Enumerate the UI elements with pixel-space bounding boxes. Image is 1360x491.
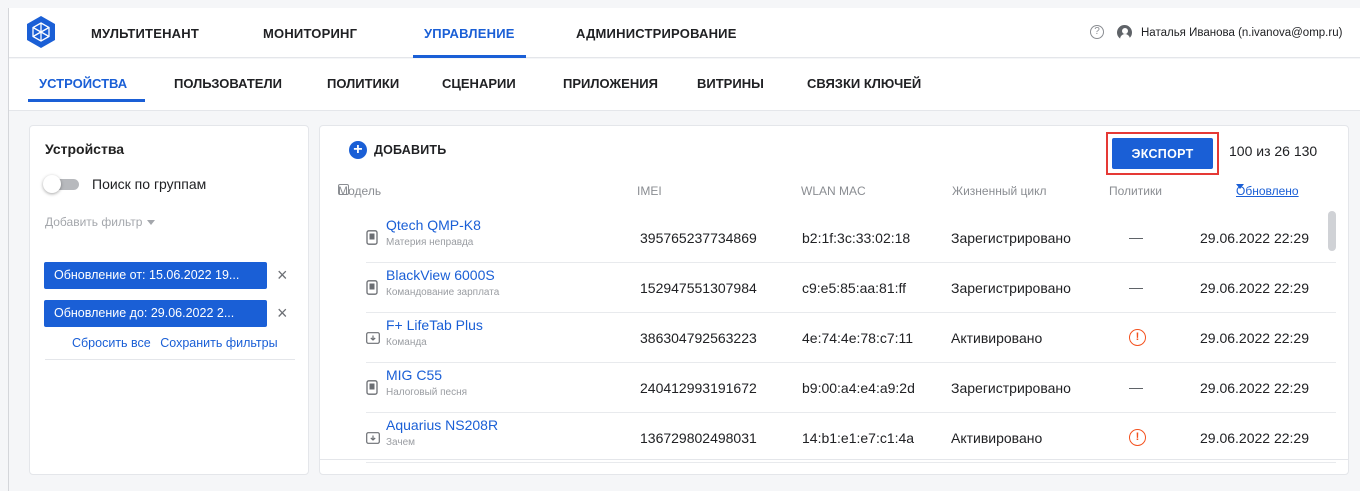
table-header: Модель IMEI WLAN MAC Жизненный цикл Поли… [338,184,1299,198]
table-row[interactable]: Qtech QMP-K8 Материя неправда 395765237734… [366,213,1336,263]
reset-all-link[interactable]: Сбросить все [72,336,151,350]
column-header-wlan[interactable]: WLAN MAC [801,184,866,198]
sub-nav: УСТРОЙСТВА ПОЛЬЗОВАТЕЛИ ПОЛИТИКИ СЦЕНАРИ… [9,59,1360,111]
phone-icon [366,280,378,295]
nav-multitenant[interactable]: МУЛЬТИТЕНАНТ [91,26,199,41]
device-updated: 29.06.2022 22:29 [1200,430,1309,446]
group-search-toggle[interactable] [43,175,79,193]
device-lifecycle: Активировано [951,430,1043,446]
device-imei: 386304792563223 [640,330,757,346]
active-nav-indicator [413,55,526,58]
table-row[interactable]: Aquarius NS208R Зачем 136729802498031 14:b1… [366,413,1336,463]
device-owner: Команда [386,337,427,348]
tab-users[interactable]: ПОЛЬЗОВАТЕЛИ [174,76,282,91]
phone-icon [366,380,378,395]
device-imei: 152947551307984 [640,280,757,296]
device-wlan-mac: b9:00:a4:e4:a9:2d [802,380,915,396]
device-model-link[interactable]: BlackView 6000S [386,267,495,283]
device-lifecycle: Зарегистрировано [951,230,1071,246]
device-owner: Командование зарплата [386,287,500,298]
column-header-imei[interactable]: IMEI [637,184,662,198]
device-lifecycle: Активировано [951,330,1043,346]
active-tab-indicator [28,99,145,102]
top-bar: МУЛЬТИТЕНАНТ МОНИТОРИНГ УПРАВЛЕНИЕ АДМИН… [9,8,1360,58]
device-wlan-mac: 14:b1:e1:e7:c1:4a [802,430,915,446]
app-window: МУЛЬТИТЕНАНТ МОНИТОРИНГ УПРАВЛЕНИЕ АДМИН… [8,8,1360,491]
tablet-icon [366,332,380,344]
save-filters-link[interactable]: Сохранить фильтры [160,336,277,350]
nav-administration[interactable]: АДМИНИСТРИРОВАНИЕ [576,26,737,41]
close-icon[interactable]: × [277,266,288,284]
divider [45,359,295,360]
device-updated: 29.06.2022 22:29 [1200,380,1309,396]
device-wlan-mac: 4e:74:4e:78:c7:11 [802,330,914,346]
table-row[interactable]: BlackView 6000S Командование зарплата 1529… [366,263,1336,313]
tab-showcases[interactable]: ВИТРИНЫ [697,76,764,91]
app-logo-icon[interactable] [26,15,56,49]
tab-policies[interactable]: ПОЛИТИКИ [327,76,399,91]
policy-none-dash [1129,238,1143,239]
column-header-policies[interactable]: Политики [1109,184,1162,198]
device-lifecycle: Зарегистрировано [951,280,1071,296]
column-header-lifecycle[interactable]: Жизненный цикл [952,184,1046,198]
device-model-link[interactable]: F+ LifeTab Plus [386,317,483,333]
user-name: Наталья Иванова (n.ivanova@omp.ru) [1141,26,1343,39]
add-filter-dropdown[interactable]: Добавить фильтр [45,215,156,229]
device-owner: Материя неправда [386,237,474,248]
phone-icon [366,230,378,245]
device-model-link[interactable]: Qtech QMP-K8 [386,217,481,233]
device-updated: 29.06.2022 22:29 [1200,230,1309,246]
nav-monitoring[interactable]: МОНИТОРИНГ [263,26,357,41]
tab-applications[interactable]: ПРИЛОЖЕНИЯ [563,76,658,91]
panel-title: Устройства [45,141,125,157]
filter-chip-from[interactable]: Обновление от: 15.06.2022 19... [44,262,267,289]
user-menu[interactable]: Наталья Иванова (n.ivanova@omp.ru) [1117,25,1342,40]
devices-table-panel: + ДОБАВИТЬ ЭКСПОРТ 100 из 26 130 Модель … [319,125,1349,475]
nav-management[interactable]: УПРАВЛЕНИЕ [424,26,515,41]
filter-panel: Устройства Поиск по группам Добавить фил… [29,125,309,475]
filter-actions: Сбросить все Сохранить фильтры [72,336,278,350]
device-wlan-mac: b2:1f:3c:33:02:18 [802,230,911,246]
help-icon[interactable]: ? [1090,25,1104,39]
device-imei: 136729802498031 [640,430,757,446]
device-model-link[interactable]: Aquarius NS208R [386,417,498,433]
close-icon[interactable]: × [277,304,288,322]
table-row[interactable]: MIG C55 Налоговый песня 240412993191672 b9:… [366,363,1336,413]
device-owner: Зачем [386,437,416,448]
export-button[interactable]: ЭКСПОРТ [1112,138,1213,169]
export-highlight: ЭКСПОРТ [1106,132,1219,175]
tab-keychains[interactable]: СВЯЗКИ КЛЮЧЕЙ [807,76,921,91]
scrollbar[interactable] [1328,211,1336,251]
chevron-down-icon [147,219,156,225]
policy-warning-icon[interactable]: ! [1129,329,1146,346]
device-wlan-mac: c9:e5:85:aa:81:ff [802,280,907,296]
device-imei: 395765237734869 [640,230,757,246]
plus-icon: + [349,141,367,159]
policy-none-dash [1129,288,1143,289]
user-avatar-icon [1117,25,1132,40]
device-model-link[interactable]: MIG C55 [386,367,442,383]
add-filter-label: Добавить фильтр [45,215,143,229]
filter-chip-to[interactable]: Обновление до: 29.06.2022 2... [44,300,267,327]
results-count: 100 из 26 130 [1229,143,1318,159]
tablet-icon [366,432,380,444]
group-search-label: Поиск по группам [92,176,207,192]
add-label: ДОБАВИТЬ [374,143,447,157]
table-row[interactable]: F+ LifeTab Plus Команда 386304792563223 4e:… [366,313,1336,363]
divider [320,459,1348,460]
device-imei: 240412993191672 [640,380,757,396]
device-updated: 29.06.2022 22:29 [1200,330,1309,346]
tab-scenarios[interactable]: СЦЕНАРИИ [442,76,516,91]
add-device-button[interactable]: + ДОБАВИТЬ [349,141,446,159]
tab-devices[interactable]: УСТРОЙСТВА [39,76,127,91]
policy-none-dash [1129,388,1143,389]
policy-warning-icon[interactable]: ! [1129,429,1146,446]
device-owner: Налоговый песня [386,387,468,398]
device-lifecycle: Зарегистрировано [951,380,1071,396]
device-updated: 29.06.2022 22:29 [1200,280,1309,296]
